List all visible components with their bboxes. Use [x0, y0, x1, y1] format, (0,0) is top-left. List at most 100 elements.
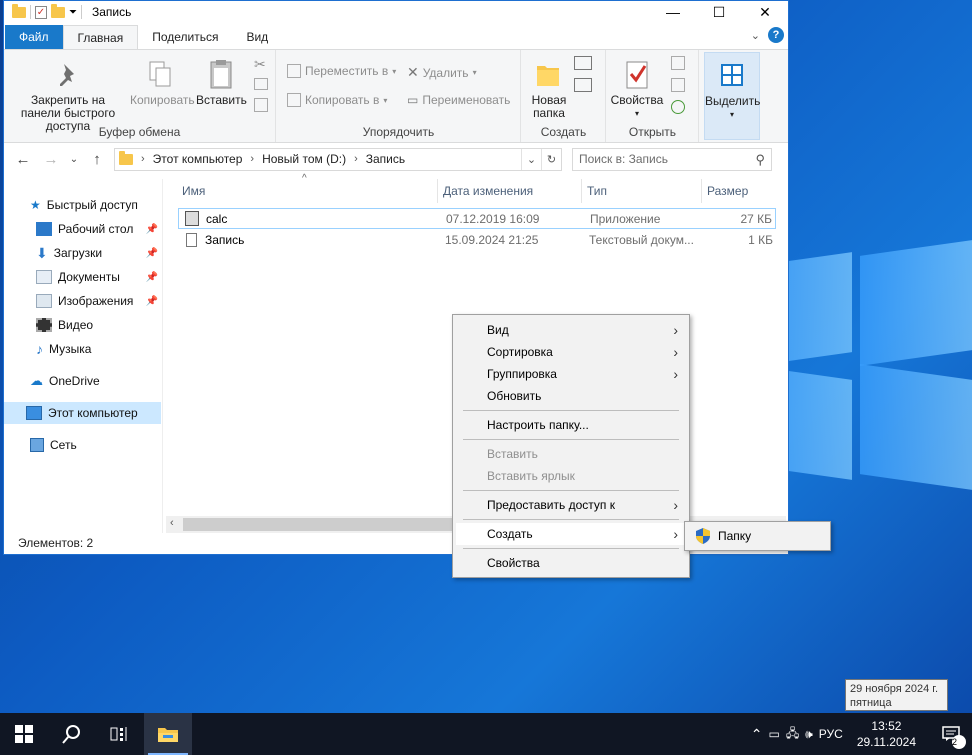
nav-pictures[interactable]: Изображения 📌: [36, 290, 160, 312]
scrollbar-thumb[interactable]: [183, 518, 463, 531]
tab-share[interactable]: Поделиться: [138, 25, 232, 49]
video-icon: [36, 318, 52, 332]
address-field[interactable]: › Этот компьютер › Новый том (D:) › Запи…: [114, 147, 562, 171]
open-icon[interactable]: [671, 56, 685, 70]
breadcrumb-zapis[interactable]: Запись: [366, 152, 405, 166]
column-size[interactable]: Размер: [707, 184, 748, 198]
network-icon[interactable]: 🖧: [786, 724, 799, 745]
forward-arrow-icon[interactable]: →: [40, 151, 62, 168]
pin-to-quick-access-button[interactable]: Закрепить на панели быстрого доступа: [10, 58, 126, 133]
table-row[interactable]: calc 07.12.2019 16:09 Приложение 27 КБ: [178, 208, 776, 229]
select-button[interactable]: Выделить ▾: [705, 59, 760, 121]
battery-icon[interactable]: ▭: [769, 727, 780, 741]
menu-item-group[interactable]: Группировка ›: [456, 363, 686, 385]
scroll-left-chevron-icon[interactable]: ‹: [170, 517, 174, 529]
chevron-right-icon[interactable]: ›: [141, 153, 145, 165]
properties-check-icon[interactable]: ✓: [35, 5, 47, 19]
menu-item-properties[interactable]: Свойства: [456, 552, 686, 574]
organize-group: Переместить в ▾ Копировать в ▾ ✕ Удалить ▾ …: [277, 50, 521, 142]
new-group-label: Создать: [540, 125, 587, 139]
copy-path-icon[interactable]: [254, 78, 268, 90]
recent-chevron-icon[interactable]: ⌄: [68, 154, 80, 165]
chevron-right-icon[interactable]: ›: [250, 153, 254, 165]
nav-quick-access[interactable]: ★ Быстрый доступ: [30, 194, 138, 216]
paste-shortcut-icon[interactable]: [254, 98, 268, 112]
nav-desktop[interactable]: Рабочий стол 📌: [36, 218, 160, 240]
chevron-right-icon[interactable]: ›: [354, 153, 358, 165]
menu-item-give-access[interactable]: Предоставить доступ к ›: [456, 494, 686, 516]
task-view-button[interactable]: [96, 713, 144, 755]
pin-icon: 📌: [145, 247, 158, 259]
menu-item-sort[interactable]: Сортировка ›: [456, 341, 686, 363]
clipboard-icon: [205, 58, 237, 90]
column-date[interactable]: Дата изменения: [443, 184, 533, 198]
refresh-icon[interactable]: ↻: [541, 148, 561, 170]
menu-item-paste[interactable]: Вставить: [456, 443, 686, 465]
tab-home[interactable]: Главная: [62, 25, 139, 49]
column-name[interactable]: Имя: [182, 184, 205, 198]
address-dropdown-chevron-icon[interactable]: ⌄: [521, 148, 541, 170]
nav-video[interactable]: Видео: [36, 314, 93, 336]
new-folder-button[interactable]: Новая папка: [526, 58, 572, 120]
submenu-item-folder[interactable]: Папку: [688, 525, 827, 547]
minimize-button[interactable]: —: [650, 1, 696, 23]
menu-item-new[interactable]: Создать ›: [456, 523, 686, 545]
nav-music[interactable]: ♪ Музыка: [36, 338, 91, 360]
nav-network[interactable]: Сеть: [30, 434, 77, 456]
copy-to-button[interactable]: Копировать в ▾: [287, 93, 387, 107]
select-group[interactable]: Выделить ▾: [704, 52, 760, 140]
help-icon[interactable]: ?: [768, 27, 784, 43]
nav-downloads[interactable]: ⬇ Загрузки 📌: [36, 242, 160, 264]
volume-icon[interactable]: 🕪: [805, 727, 813, 742]
search-button[interactable]: [48, 713, 96, 755]
edit-icon[interactable]: [671, 78, 685, 92]
up-arrow-icon[interactable]: ↑: [86, 151, 108, 168]
new-item-icon[interactable]: [574, 56, 592, 70]
copy-button[interactable]: Копировать: [130, 58, 195, 107]
nav-documents[interactable]: Документы 📌: [36, 266, 160, 288]
input-language[interactable]: РУС: [819, 727, 843, 741]
easy-access-icon[interactable]: [574, 78, 592, 92]
back-arrow-icon[interactable]: ←: [12, 151, 34, 168]
start-button[interactable]: [0, 713, 48, 755]
move-to-button[interactable]: Переместить в ▾: [287, 64, 396, 78]
menu-item-customize-folder[interactable]: Настроить папку...: [456, 414, 686, 436]
table-row[interactable]: Запись 15.09.2024 21:25 Текстовый докум.…: [178, 230, 776, 251]
breadcrumb-drive-d[interactable]: Новый том (D:): [262, 152, 346, 166]
rename-button[interactable]: ▭ Переименовать: [407, 93, 510, 107]
new-folder-icon[interactable]: [51, 3, 65, 18]
maximize-button[interactable]: ☐: [696, 1, 742, 23]
breadcrumb-this-pc[interactable]: Этот компьютер: [153, 152, 243, 166]
show-hidden-icons-chevron-icon[interactable]: ⌃: [751, 726, 763, 743]
action-center-button[interactable]: 2: [930, 713, 972, 755]
taskbar-file-explorer[interactable]: [144, 713, 192, 755]
close-button[interactable]: ✕: [742, 1, 788, 23]
history-icon[interactable]: [671, 100, 685, 114]
cut-icon[interactable]: ✂: [254, 56, 266, 73]
menu-item-refresh[interactable]: Обновить: [456, 385, 686, 407]
nav-onedrive[interactable]: ☁ OneDrive: [30, 370, 100, 392]
calculator-icon: [185, 211, 199, 226]
menu-item-paste-shortcut[interactable]: Вставить ярлык: [456, 465, 686, 487]
tab-file[interactable]: Файл: [5, 25, 63, 49]
select-grid-icon: [716, 59, 748, 91]
navigation-pane: ★ Быстрый доступ Рабочий стол 📌 ⬇ Загруз…: [4, 179, 163, 533]
clock[interactable]: 13:52 29.11.2024: [849, 718, 924, 750]
customize-toolbar-chevron-icon[interactable]: ⏷: [69, 7, 77, 18]
chevron-right-icon: ›: [673, 344, 678, 360]
nav-this-pc[interactable]: Этот компьютер: [4, 402, 161, 424]
taskbar: ⌃ ▭ 🖧 🕪 РУС 13:52 29.11.2024 2: [0, 713, 972, 755]
sort-up-chevron-icon: ^: [302, 173, 307, 184]
paste-button[interactable]: Вставить: [196, 58, 247, 107]
properties-button[interactable]: Свойства ▾: [609, 58, 665, 120]
delete-button[interactable]: ✕ Удалить ▾: [407, 64, 477, 81]
new-submenu: Папку: [684, 521, 831, 551]
system-tray: ⌃ ▭ 🖧 🕪 РУС 13:52 29.11.2024 2: [751, 713, 972, 755]
search-input[interactable]: Поиск в: Запись ⚲: [572, 147, 772, 171]
task-view-icon: [110, 727, 127, 741]
collapse-ribbon-chevron-icon[interactable]: ⌄: [751, 29, 760, 42]
column-type[interactable]: Тип: [587, 184, 607, 198]
ribbon-tabs: Файл Главная Поделиться Вид ⌄ ?: [4, 23, 788, 49]
tab-view[interactable]: Вид: [232, 25, 282, 49]
menu-item-view[interactable]: Вид ›: [456, 319, 686, 341]
